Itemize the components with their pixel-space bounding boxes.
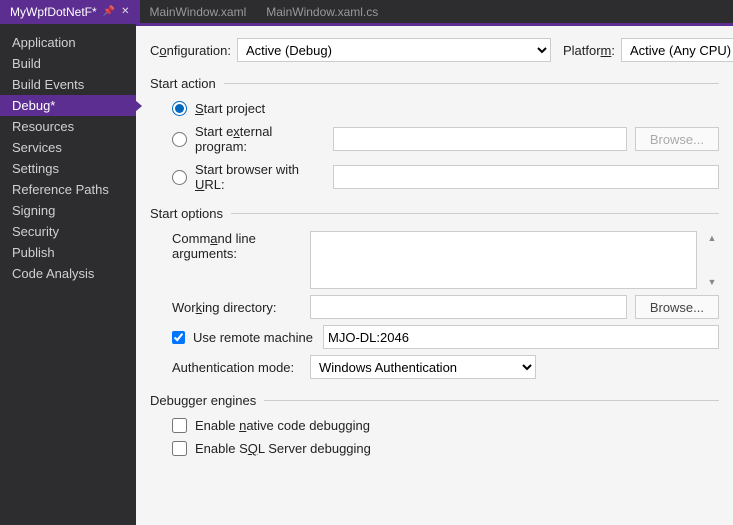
sidebar-item-build-events[interactable]: Build Events	[0, 74, 136, 95]
configuration-select[interactable]: Active (Debug)	[237, 38, 551, 62]
sidebar-item-application[interactable]: Application	[0, 32, 136, 53]
start-external-program-label: Start external program:	[195, 124, 325, 154]
working-directory-label: Working directory:	[172, 300, 302, 315]
start-browser-radio[interactable]	[172, 170, 187, 185]
sidebar-item-publish[interactable]: Publish	[0, 242, 136, 263]
sidebar-item-signing[interactable]: Signing	[0, 200, 136, 221]
tab-project-properties[interactable]: MyWpfDotNetF* 📌 ✕	[0, 0, 140, 23]
use-remote-machine-checkbox[interactable]	[172, 331, 185, 344]
sidebar-item-security[interactable]: Security	[0, 221, 136, 242]
tab-label: MainWindow.xaml.cs	[266, 5, 378, 19]
scroll-up-icon[interactable]: ▲	[705, 231, 719, 245]
tab-mainwindow-xaml-cs[interactable]: MainWindow.xaml.cs	[256, 0, 388, 23]
section-start-action: Start action	[150, 76, 719, 91]
configuration-label: Configuration:	[150, 43, 231, 58]
browser-url-input[interactable]	[333, 165, 719, 189]
sidebar-item-build[interactable]: Build	[0, 53, 136, 74]
sidebar-item-debug[interactable]: Debug*	[0, 95, 136, 116]
close-icon[interactable]: ✕	[121, 6, 129, 17]
section-debugger-engines: Debugger engines	[150, 393, 719, 408]
debug-properties-panel: Configuration: Active (Debug) Platform: …	[136, 24, 733, 525]
enable-sql-debugging-label: Enable SQL Server debugging	[195, 441, 371, 456]
platform-label: Platform:	[563, 43, 615, 58]
tab-label: MainWindow.xaml	[150, 5, 247, 19]
start-project-label: Start project	[195, 101, 265, 116]
cmd-args-label: Command line arguments:	[172, 231, 302, 261]
tab-label: MyWpfDotNetF*	[10, 5, 97, 19]
external-program-path-input[interactable]	[333, 127, 627, 151]
use-remote-machine-label: Use remote machine	[193, 330, 315, 345]
section-start-options: Start options	[150, 206, 719, 221]
working-directory-input[interactable]	[310, 295, 627, 319]
enable-native-debugging-checkbox[interactable]	[172, 418, 187, 433]
sidebar-item-settings[interactable]: Settings	[0, 158, 136, 179]
pin-icon[interactable]: 📌	[103, 6, 115, 17]
sidebar-item-reference-paths[interactable]: Reference Paths	[0, 179, 136, 200]
sidebar-item-code-analysis[interactable]: Code Analysis	[0, 263, 136, 284]
sidebar-item-resources[interactable]: Resources	[0, 116, 136, 137]
enable-sql-debugging-checkbox[interactable]	[172, 441, 187, 456]
platform-select[interactable]: Active (Any CPU)	[621, 38, 733, 62]
start-project-radio[interactable]	[172, 101, 187, 116]
scroll-down-icon[interactable]: ▼	[705, 275, 719, 289]
working-directory-browse-button[interactable]: Browse...	[635, 295, 719, 319]
start-external-program-radio[interactable]	[172, 132, 187, 147]
start-browser-label: Start browser with URL:	[195, 162, 325, 192]
auth-mode-label: Authentication mode:	[172, 360, 302, 375]
properties-sidebar: Application Build Build Events Debug* Re…	[0, 24, 136, 525]
tab-mainwindow-xaml[interactable]: MainWindow.xaml	[140, 0, 257, 23]
document-tabs: MyWpfDotNetF* 📌 ✕ MainWindow.xaml MainWi…	[0, 0, 733, 24]
auth-mode-select[interactable]: Windows Authentication	[310, 355, 536, 379]
enable-native-debugging-label: Enable native code debugging	[195, 418, 370, 433]
remote-machine-input[interactable]	[323, 325, 719, 349]
sidebar-item-services[interactable]: Services	[0, 137, 136, 158]
cmd-args-textarea[interactable]	[310, 231, 697, 289]
external-program-browse-button[interactable]: Browse...	[635, 127, 719, 151]
